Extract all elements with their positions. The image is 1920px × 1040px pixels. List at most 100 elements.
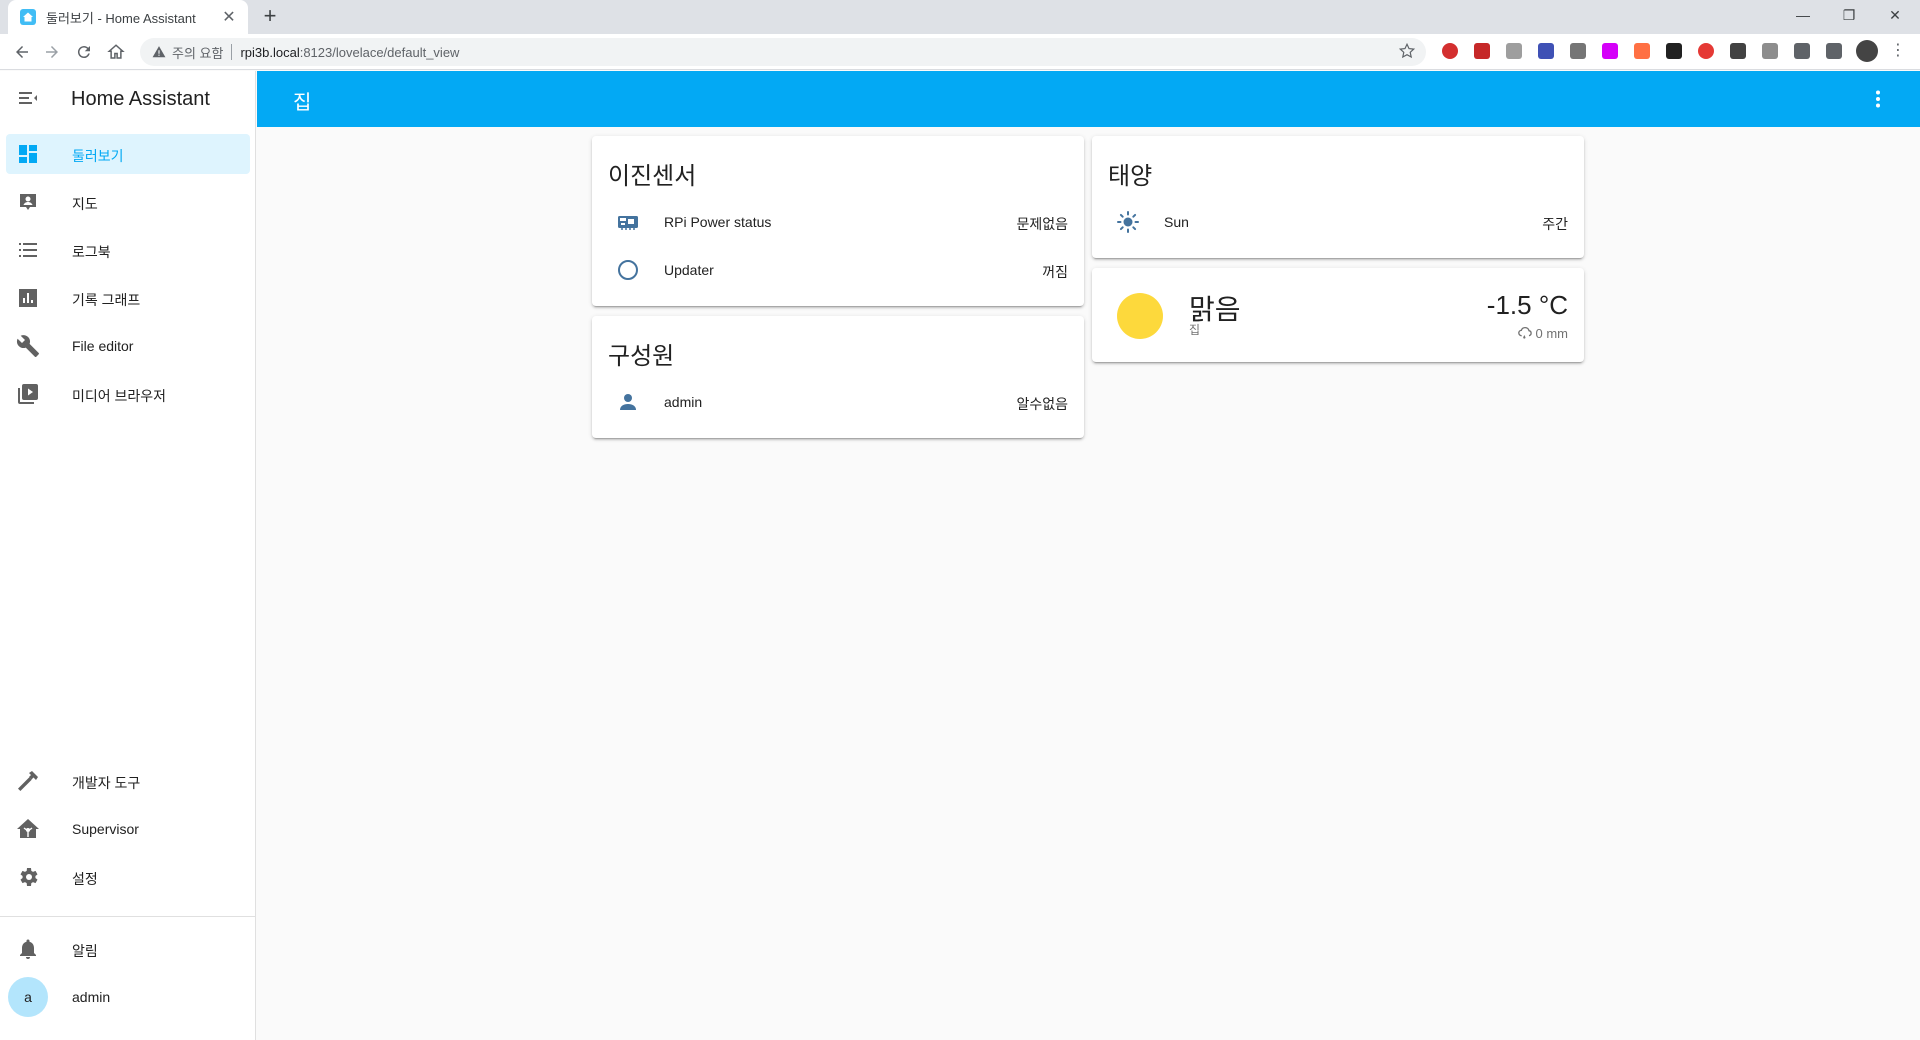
url-path: :8123/lovelace/default_view [299,44,460,60]
entity-name: admin [664,394,703,410]
b-extension-icon[interactable] [1666,43,1682,59]
bookmark-star-icon[interactable] [1398,42,1416,65]
send-extension-icon[interactable] [1538,43,1554,59]
sidebar-item-media-browser[interactable]: 미디어 브라우저 [0,374,255,414]
image-extension-icon[interactable] [1762,43,1778,59]
sidebar-item-label: 로그북 [72,244,111,260]
precipitation-value: 0 mm [1535,325,1569,341]
entity-name: RPi Power status [664,214,772,230]
tab-close-icon[interactable]: ✕ [220,7,238,27]
url-host: rpi3b.local [240,44,300,60]
sidebar-item-map[interactable]: 지도 [0,182,255,222]
weather-temperature: -1.5 °C [1486,290,1568,320]
sun-card: 태양 Sun 주간 [1092,136,1584,258]
sidebar-item-label: Supervisor [72,821,139,837]
sidebar-item-developer-tools[interactable]: 개발자 도구 [0,761,255,801]
entity-row-sun[interactable]: Sun 주간 [1108,202,1568,242]
sidebar-item-label: 둘러보기 [72,148,124,164]
sidebar-item-overview[interactable]: 둘러보기 [0,134,255,174]
calendar-extension-icon[interactable] [1570,43,1586,59]
bell-icon [16,937,40,961]
lastpass-extension-icon[interactable] [1474,43,1490,59]
home-assistant-favicon-icon [20,9,36,25]
entity-state: 알수없음 [1016,396,1068,412]
raspberry-pi-icon [616,210,640,234]
entity-row-rpi-power[interactable]: RPi Power status 문제없음 [608,202,1068,242]
sidebar-item-label: 기록 그래프 [72,292,141,308]
entity-state: 문제없음 [1016,216,1068,232]
screenshot-extension-icon[interactable] [1506,43,1522,59]
entity-state: 꺼짐 [1042,264,1068,280]
map-account-icon [16,190,40,214]
card-title: 이진센서 [608,163,697,190]
adblock-extension-icon[interactable] [1442,43,1458,59]
weather-rainy-icon [1517,327,1532,339]
wrench-icon [16,334,40,358]
browser-tab-strip: 둘러보기 - Home Assistant ✕ + — ❐ ✕ [0,0,1920,34]
color-picker-extension-icon[interactable] [1602,43,1618,59]
new-tab-button[interactable]: + [258,5,282,29]
account-icon [616,390,640,414]
entity-state: 주간 [1542,216,1568,232]
window-restore-button[interactable]: ❐ [1826,0,1872,30]
browser-tab[interactable]: 둘러보기 - Home Assistant ✕ [8,0,248,34]
sidebar-item-supervisor[interactable]: Supervisor [0,809,255,849]
white-balance-sunny-icon [1116,210,1140,234]
entity-name: Sun [1164,214,1189,230]
weather-precipitation: 0 mm [1517,325,1569,341]
sidebar-item-label: 지도 [72,196,98,212]
sidebar-item-file-editor[interactable]: File editor [0,326,255,366]
media-play-box-icon [16,382,40,406]
sidebar-item-logbook[interactable]: 로그북 [0,230,255,270]
eye-dropper-extension-icon[interactable] [1634,43,1650,59]
forward-icon[interactable] [40,40,64,64]
browser-menu-icon[interactable]: ⋮ [1890,43,1906,59]
entity-row-admin[interactable]: admin 알수없음 [608,382,1068,422]
sidebar-header: Home Assistant [0,71,255,126]
chart-box-icon [16,286,40,310]
weather-sunny-icon [1117,293,1163,339]
reading-list-icon[interactable] [1826,43,1842,59]
weather-card[interactable]: 맑음 집 -1.5 °C 0 mm [1092,268,1584,362]
sidebar-item-settings[interactable]: 설정 [0,857,255,897]
page-title: 집 [293,92,312,114]
entity-row-updater[interactable]: Updater 꺼짐 [608,250,1068,290]
s-extension-icon[interactable] [1730,43,1746,59]
hammer-icon [16,769,40,793]
security-warning-text: 주의 요함 [172,45,224,61]
menu-collapse-icon[interactable] [16,86,40,110]
sidebar-item-history[interactable]: 기록 그래프 [0,278,255,318]
sidebar-item-label: File editor [72,338,134,354]
sidebar-item-label: 개발자 도구 [72,775,141,791]
card-title: 구성원 [608,343,675,370]
weather-location: 집 [1189,323,1201,337]
tab-title: 둘러보기 - Home Assistant [46,10,196,26]
warning-icon [152,46,166,58]
reload-icon[interactable] [72,40,96,64]
active-highlight [6,134,250,174]
list-icon [16,238,40,262]
app-toolbar: 집 [257,71,1920,127]
browser-toolbar: 주의 요함 rpi3b.local :8123/lovelace/default… [0,34,1920,70]
sidebar: Home Assistant 둘러보기 지도 로그북 기록 그래프 File e… [0,71,256,1040]
address-bar[interactable]: 주의 요함 rpi3b.local :8123/lovelace/default… [140,38,1426,66]
window-minimize-button[interactable]: — [1780,0,1826,30]
card-title: 태양 [1108,163,1153,190]
avatar: a [8,977,48,1017]
sidebar-title: Home Assistant [71,88,210,110]
sidebar-item-label: 미디어 브라우저 [72,388,167,404]
sidebar-item-label: admin [72,989,111,1005]
translate-extension-icon[interactable] [1698,43,1714,59]
sidebar-divider [0,916,255,917]
dashboard-icon [16,142,40,166]
window-close-button[interactable]: ✕ [1872,0,1918,30]
home-icon[interactable] [104,40,128,64]
binary-sensor-card: 이진센서 RPi Power status 문제없음 Updater 꺼짐 [592,136,1084,306]
overflow-menu-icon[interactable] [1866,87,1890,111]
omnibox-separator [231,44,233,60]
back-icon[interactable] [10,40,34,64]
sidebar-item-profile[interactable]: a admin [0,973,255,1021]
extensions-puzzle-icon[interactable] [1794,43,1810,59]
sidebar-item-notifications[interactable]: 알림 [0,929,255,969]
profile-avatar-icon[interactable] [1856,40,1878,62]
